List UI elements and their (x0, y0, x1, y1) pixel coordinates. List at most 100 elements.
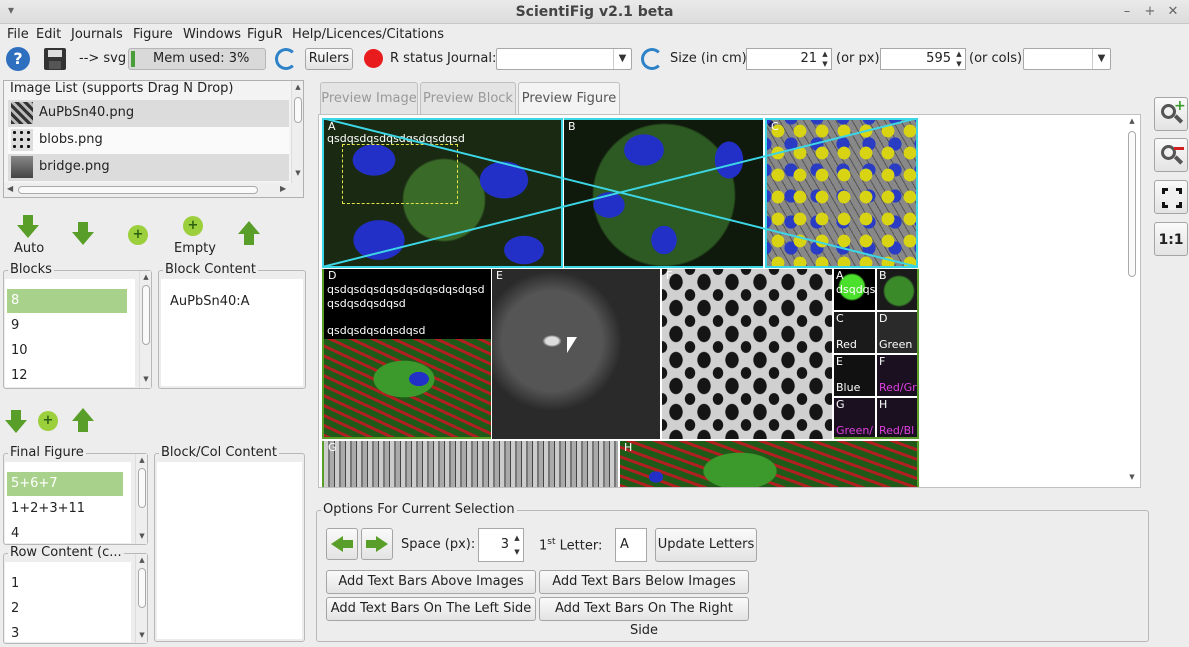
row-content-group: Row Content (c... 1 2 3 ▲ ▼ (3, 545, 148, 646)
close-button[interactable]: ✕ (1164, 3, 1182, 21)
add-icon[interactable]: + (128, 225, 148, 245)
maximize-button[interactable]: + (1141, 3, 1159, 21)
panel-d-text: qsdqsdqsdqsd (327, 297, 406, 310)
list-item[interactable]: 10 (7, 339, 28, 363)
fit-screen-icon[interactable] (1154, 180, 1188, 214)
help-icon[interactable]: ? (6, 47, 30, 71)
mini-cell[interactable]: C Red (834, 312, 875, 353)
r-status-icon (364, 49, 383, 68)
minimize-button[interactable]: – (1118, 3, 1136, 21)
chevron-down-icon[interactable]: ▼ (1092, 49, 1110, 69)
image-list-vscroll[interactable]: ▲ ▼ (291, 81, 303, 183)
mini-cell[interactable]: Adsqdqs (834, 269, 875, 310)
list-item[interactable]: 1 (7, 572, 19, 596)
list-item[interactable]: bridge.png (8, 154, 289, 181)
memory-label: Mem used: 3% (153, 51, 250, 66)
list-item[interactable]: AuPbSn40:A (170, 294, 250, 309)
tab-preview-block[interactable]: Preview Block (420, 82, 516, 114)
menu-figur[interactable]: FiguR (247, 27, 283, 42)
list-item[interactable]: 3 (7, 622, 19, 646)
chevron-down-icon[interactable]: ▼ (613, 49, 631, 69)
or-px-label: (or px): (836, 51, 884, 66)
blocks-vscroll[interactable]: ▲ ▼ (139, 271, 151, 388)
list-item[interactable]: AuPbSn40.png (8, 100, 289, 127)
panel-d-text: qsdqsdqsdqsdqsdqsdqsdqsd (327, 283, 485, 296)
add-icon[interactable]: + (38, 411, 58, 431)
mini-cell[interactable]: D Green (877, 312, 917, 353)
panel-h[interactable]: H (620, 441, 919, 487)
thumbnail (11, 102, 33, 124)
menu-journals[interactable]: Journals (71, 27, 123, 42)
empty-label: Empty (174, 241, 216, 256)
block-content-group: Block Content AuPbSn40:A (158, 262, 306, 389)
space-input[interactable]: 3 ▲ ▼ (478, 528, 524, 562)
list-item[interactable]: 8 (7, 289, 127, 313)
final-figure-vscroll[interactable]: ▲ ▼ (135, 454, 147, 544)
r-status-label: R status (390, 51, 444, 66)
menu-edit[interactable]: Edit (36, 27, 61, 42)
arrow-down-icon[interactable] (72, 222, 94, 246)
first-letter-input[interactable]: A (615, 528, 647, 562)
spin-up-icon[interactable]: ▲ (954, 49, 964, 59)
update-letters-button[interactable]: Update Letters (655, 528, 757, 562)
list-item[interactable]: 1+2+3+11 (7, 497, 85, 521)
cols-select[interactable]: ▼ (1023, 48, 1111, 70)
zoom-out-icon[interactable] (1154, 138, 1188, 172)
tab-preview-image[interactable]: Preview Image (320, 82, 418, 114)
panel-d[interactable]: D qsdqsdqsdqsdqsdqsdqsdqsd qsdqsdqsdqsd … (322, 269, 491, 439)
list-item[interactable]: 9 (7, 314, 19, 338)
mini-cell[interactable]: H Red/Bl (877, 398, 917, 437)
spin-up-icon[interactable]: ▲ (820, 49, 830, 59)
thumbnail (11, 156, 33, 178)
arrow-up-icon[interactable] (238, 221, 260, 245)
journal-select[interactable]: ▼ (496, 48, 632, 70)
add-text-right-button[interactable]: Add Text Bars On The Right Side (539, 597, 749, 638)
rulers-button[interactable]: Rulers (305, 48, 353, 70)
menu-windows[interactable]: Windows (183, 27, 241, 42)
tab-preview-figure[interactable]: Preview Figure (518, 82, 620, 114)
spin-down-icon[interactable]: ▼ (820, 59, 830, 69)
spin-down-icon[interactable]: ▼ (512, 547, 522, 557)
image-list-panel: Image List (supports Drag N Drop) AuPbSn… (3, 80, 304, 198)
menu-help[interactable]: Help/Licences/Citations (292, 27, 444, 42)
spin-up-icon[interactable]: ▲ (512, 533, 522, 543)
mini-cell[interactable]: E Blue (834, 355, 875, 396)
mini-cell[interactable]: G Green/ (834, 398, 875, 437)
move-left-button[interactable] (326, 528, 358, 560)
size-cm-input[interactable]: 21 ▲ ▼ (746, 48, 832, 70)
journal-label: Journal: (447, 51, 497, 66)
final-figure-group: Final Figure 5+6+7 1+2+3+11 4 ▲ ▼ (3, 445, 148, 546)
arrow-up-icon[interactable] (72, 408, 94, 432)
list-item[interactable]: blobs.png (8, 127, 289, 154)
list-item[interactable]: 2 (7, 597, 19, 621)
add-text-below-button[interactable]: Add Text Bars Below Images (539, 570, 749, 594)
menu-file[interactable]: File (7, 27, 29, 42)
panel-e[interactable]: E (492, 269, 660, 439)
move-right-button[interactable] (361, 528, 393, 560)
mini-cell[interactable]: B (877, 269, 917, 310)
zoom-in-icon[interactable]: + (1154, 97, 1188, 131)
arrow-down-auto-icon[interactable] (17, 215, 39, 239)
row-content-vscroll[interactable]: ▲ ▼ (135, 554, 147, 643)
spin-down-icon[interactable]: ▼ (954, 59, 964, 69)
list-item[interactable]: 12 (7, 364, 28, 388)
save-icon[interactable] (44, 48, 66, 70)
size-px-input[interactable]: 595 ▲ ▼ (880, 48, 966, 70)
list-item[interactable]: 5+6+7 (7, 472, 123, 496)
add-empty-icon[interactable]: + (183, 216, 203, 236)
list-item[interactable]: 4 (7, 522, 19, 546)
block-col-content-group: Block/Col Content (154, 445, 305, 642)
mini-cell[interactable]: F Red/Gr (877, 355, 917, 396)
image-list-hscroll[interactable]: ◀ ▶ (4, 183, 303, 197)
add-text-left-button[interactable]: Add Text Bars On The Left Side (326, 597, 536, 621)
export-svg-label[interactable]: --> svg (79, 51, 126, 66)
panel-g[interactable]: G (322, 441, 618, 487)
menu-figure[interactable]: Figure (133, 27, 173, 42)
refresh-journal-icon[interactable] (641, 48, 663, 70)
preview-vscroll[interactable]: ▲ ▼ (1126, 115, 1138, 487)
add-text-above-button[interactable]: Add Text Bars Above Images (326, 570, 536, 594)
panel-f[interactable]: F (662, 269, 832, 439)
refresh-icon[interactable] (275, 48, 297, 70)
actual-size-button[interactable]: 1:1 (1154, 222, 1188, 256)
arrow-down-icon[interactable] (5, 410, 27, 434)
